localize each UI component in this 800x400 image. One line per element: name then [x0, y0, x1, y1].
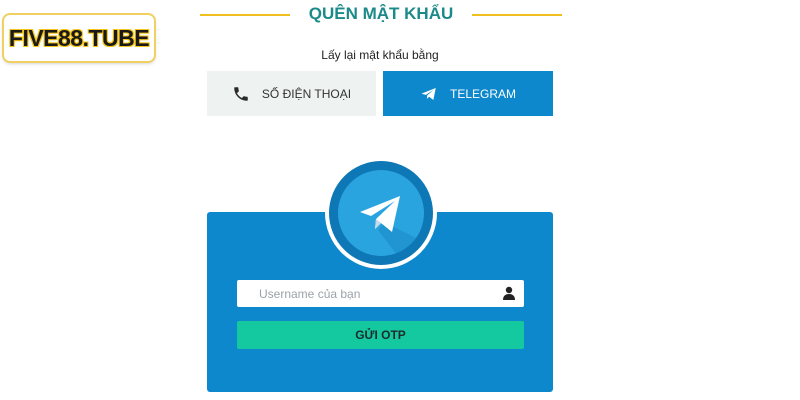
logo-text: FIVE88.TUBE: [8, 24, 150, 51]
telegram-icon: [420, 85, 438, 103]
page-title-row: QUÊN MẬT KHẨU: [200, 0, 562, 30]
tab-phone-label: SỐ ĐIỆN THOẠI: [261, 86, 352, 101]
tab-telegram[interactable]: TELEGRAM: [383, 71, 553, 116]
username-field: [237, 280, 524, 307]
title-divider-right: [472, 14, 562, 16]
tab-phone-number[interactable]: SỐ ĐIỆN THOẠI: [207, 71, 376, 116]
recovery-method-label: Lấy lại mật khẩu bằng: [321, 48, 439, 62]
user-icon: [502, 286, 516, 300]
telegram-logo-icon: [338, 170, 424, 256]
tab-spacer: [376, 71, 383, 116]
phone-icon: [232, 85, 250, 103]
forgot-password-page: FIVE88.TUBE QUÊN MẬT KHẨU Lấy lại mật kh…: [0, 0, 800, 400]
page-title: QUÊN MẬT KHẨU: [308, 4, 454, 23]
title-divider-left: [200, 14, 290, 16]
username-input[interactable]: [237, 280, 487, 307]
site-logo[interactable]: FIVE88.TUBE: [4, 15, 154, 61]
recovery-method-tabs: SỐ ĐIỆN THOẠI TELEGRAM: [207, 71, 553, 116]
send-otp-button[interactable]: GỬI OTP: [237, 321, 524, 349]
tab-telegram-label: TELEGRAM: [449, 86, 516, 101]
